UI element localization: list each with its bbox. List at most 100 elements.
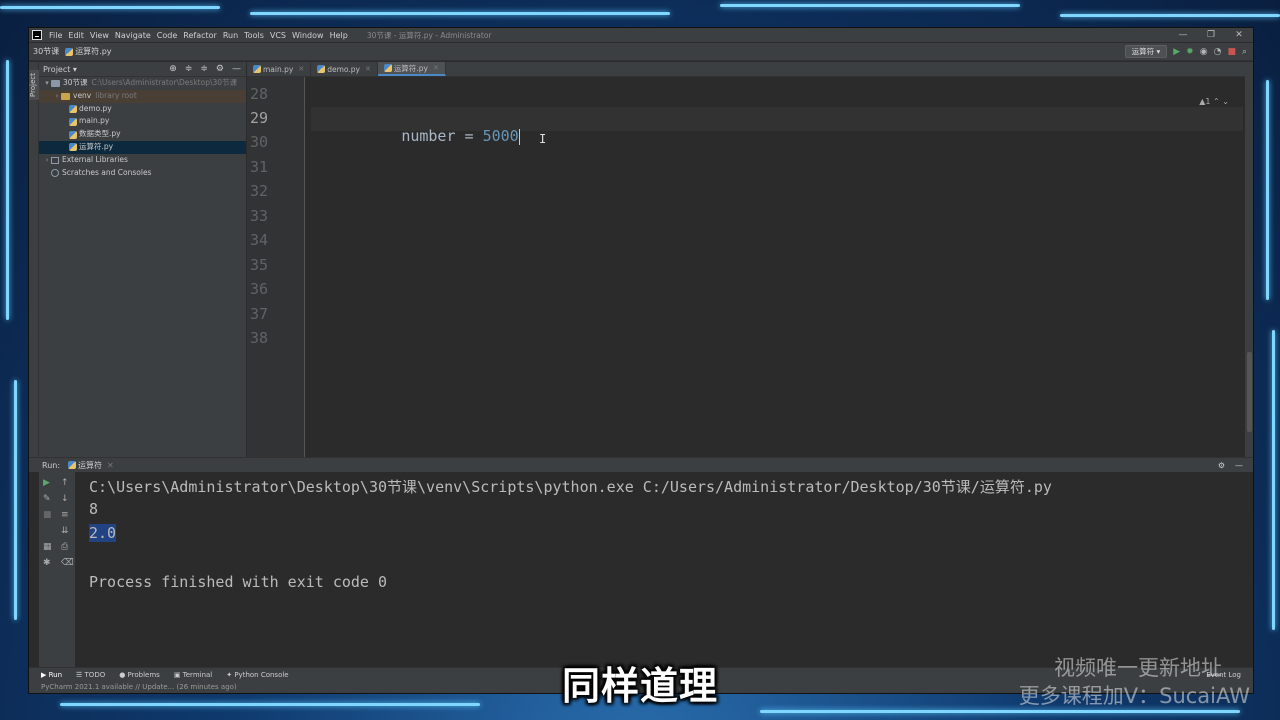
close-icon[interactable]: ✕ [1225, 28, 1253, 43]
soft-wrap-icon[interactable]: ≡ [61, 510, 69, 520]
deco-stripe [1060, 14, 1280, 17]
scroll-end-icon[interactable]: ⇊ [61, 526, 69, 536]
close-tab-icon[interactable]: ✕ [107, 461, 114, 470]
python-file-icon [69, 130, 77, 139]
run-panel: Run: 运算符 ✕ ⚙ — ▶ ↑ ✎ ↓ ■ ≡ ⇊ ▦ ⎙ ✱ ⌫ C:\… [29, 457, 1253, 671]
project-panel: Project ▾ ⊕ ≑ ≑ ⚙ — ▾ 30节课 C:\Users\Admi… [39, 62, 247, 457]
tree-item-label: 数据类型.py [79, 129, 121, 139]
run-console[interactable]: C:\Users\Administrator\Desktop\30节课\venv… [89, 472, 1253, 671]
breadcrumb-file[interactable]: 运算符.py [75, 46, 111, 57]
hide-icon[interactable]: — [232, 64, 241, 74]
chevron-down-icon[interactable]: ▾ [43, 77, 51, 90]
tree-item-external-libraries[interactable]: › External Libraries [39, 154, 246, 167]
pycharm-logo-icon [32, 30, 42, 40]
rerun-icon[interactable]: ▶ [43, 478, 50, 488]
layout-icon[interactable]: ▦ [43, 542, 52, 552]
menu-refactor[interactable]: Refactor [180, 28, 220, 43]
deco-stripe [720, 4, 1020, 7]
trash-icon[interactable]: ⌫ [61, 558, 74, 568]
python-file-icon [69, 117, 77, 126]
run-icon[interactable]: ▶ [1173, 47, 1180, 57]
line-number: 37 [249, 305, 268, 323]
tree-item-demo[interactable]: demo.py [39, 103, 246, 116]
stop-icon[interactable]: ■ [1227, 47, 1236, 57]
tab-main-py[interactable]: main.py ✕ [247, 62, 312, 76]
menu-run[interactable]: Run [220, 28, 241, 43]
line-number: 33 [249, 207, 268, 225]
profile-icon[interactable]: ◔ [1214, 47, 1222, 57]
expand-icon[interactable]: ≑ [200, 64, 208, 74]
editor-scrollbar[interactable] [1247, 352, 1252, 432]
title-bar: File Edit View Navigate Code Refactor Ru… [29, 28, 1253, 43]
tree-item-label: main.py [79, 116, 110, 126]
stop-icon[interactable]: ■ [43, 510, 52, 520]
tree-root-path: C:\Users\Administrator\Desktop\30节课 [91, 78, 238, 87]
hide-icon[interactable]: — [1235, 461, 1243, 470]
tree-item-scratches[interactable]: Scratches and Consoles [39, 167, 246, 180]
close-tab-icon[interactable]: ✕ [433, 64, 439, 72]
code-line-29[interactable]: number = 5000 [311, 109, 521, 163]
menu-window[interactable]: Window [289, 28, 327, 43]
tree-item-operators[interactable]: 运算符.py [39, 140, 246, 154]
project-panel-header: Project ▾ ⊕ ≑ ≑ ⚙ — [39, 62, 246, 77]
restore-icon[interactable]: ❐ [1197, 28, 1225, 43]
menu-file[interactable]: File [46, 28, 65, 43]
tree-item-label: venv [73, 90, 92, 100]
menu-help[interactable]: Help [327, 28, 351, 43]
ibeam-cursor-icon: I [539, 132, 547, 146]
run-config-select[interactable]: 运算符 ▾ [1124, 45, 1168, 58]
inspection-indicator[interactable]: ▲1 ⌃ ⌄ [1199, 97, 1229, 106]
console-output: 8 [89, 500, 99, 518]
console-exit-message: Process finished with exit code 0 [89, 573, 388, 591]
chevron-right-icon[interactable]: › [53, 90, 61, 103]
menu-tools[interactable]: Tools [241, 28, 267, 43]
close-tab-icon[interactable]: ✕ [298, 65, 304, 73]
gear-icon[interactable]: ⚙ [216, 64, 224, 74]
menu-navigate[interactable]: Navigate [112, 28, 154, 43]
debug-icon[interactable]: ✹ [1186, 47, 1194, 57]
code-number-literal: 5000 [482, 127, 519, 145]
editor-area: main.py ✕ demo.py ✕ 运算符.py ✕ 28 29 30 31… [247, 62, 1253, 457]
python-file-icon [69, 143, 77, 152]
print-icon[interactable]: ⎙ [61, 542, 68, 552]
project-view-select[interactable]: Project ▾ [43, 65, 77, 74]
line-number: 28 [249, 85, 268, 103]
deco-stripe [6, 60, 9, 320]
minimize-icon[interactable]: — [1169, 28, 1197, 43]
tab-demo-py[interactable]: demo.py ✕ [311, 62, 378, 76]
menu-edit[interactable]: Edit [65, 28, 87, 43]
run-panel-header: Run: 运算符 ✕ ⚙ — [29, 458, 1253, 472]
run-toolbar: 运算符 ▾ ▶ ✹ ◉ ◔ ■ ⌕ [1124, 45, 1253, 58]
gear-icon[interactable]: ⚙ [1218, 461, 1225, 470]
search-icon[interactable]: ⌕ [1242, 47, 1247, 57]
chevron-right-icon[interactable]: › [43, 154, 51, 167]
menu-vcs[interactable]: VCS [267, 28, 289, 43]
menu-code[interactable]: Code [154, 28, 180, 43]
run-tab[interactable]: 运算符 [78, 460, 102, 471]
coverage-icon[interactable]: ◉ [1200, 47, 1208, 57]
tree-root[interactable]: ▾ 30节课 C:\Users\Administrator\Desktop\30… [39, 77, 246, 90]
menu-view[interactable]: View [87, 28, 112, 43]
tree-item-label: demo.py [79, 103, 112, 113]
project-tool-button[interactable]: Project [29, 70, 39, 100]
scratches-icon [51, 168, 59, 177]
wrench-icon[interactable]: ✎ [43, 494, 51, 504]
right-tool-strip [1245, 62, 1253, 457]
menu-bar: File Edit View Navigate Code Refactor Ru… [46, 28, 351, 43]
down-icon[interactable]: ↓ [61, 494, 69, 504]
locate-icon[interactable]: ⊕ [169, 64, 177, 74]
tab-label: demo.py [327, 64, 360, 74]
line-number: 32 [249, 182, 268, 200]
up-icon[interactable]: ↑ [61, 478, 69, 488]
code-editor[interactable]: number = 5000 I ▲1 ⌃ ⌄ [311, 77, 1243, 457]
tab-operators-py[interactable]: 运算符.py ✕ [377, 62, 446, 76]
close-tab-icon[interactable]: ✕ [365, 65, 371, 73]
run-panel-label: Run: [42, 460, 61, 470]
tree-item-datatypes[interactable]: 数据类型.py [39, 128, 246, 141]
tree-item-main[interactable]: main.py [39, 115, 246, 128]
collapse-icon[interactable]: ≑ [185, 64, 193, 74]
left-tool-strip: Project [29, 62, 39, 457]
breadcrumb-project[interactable]: 30节课 [33, 46, 59, 57]
pin-icon[interactable]: ✱ [43, 558, 51, 568]
tree-item-venv[interactable]: › venv library root [39, 89, 246, 103]
